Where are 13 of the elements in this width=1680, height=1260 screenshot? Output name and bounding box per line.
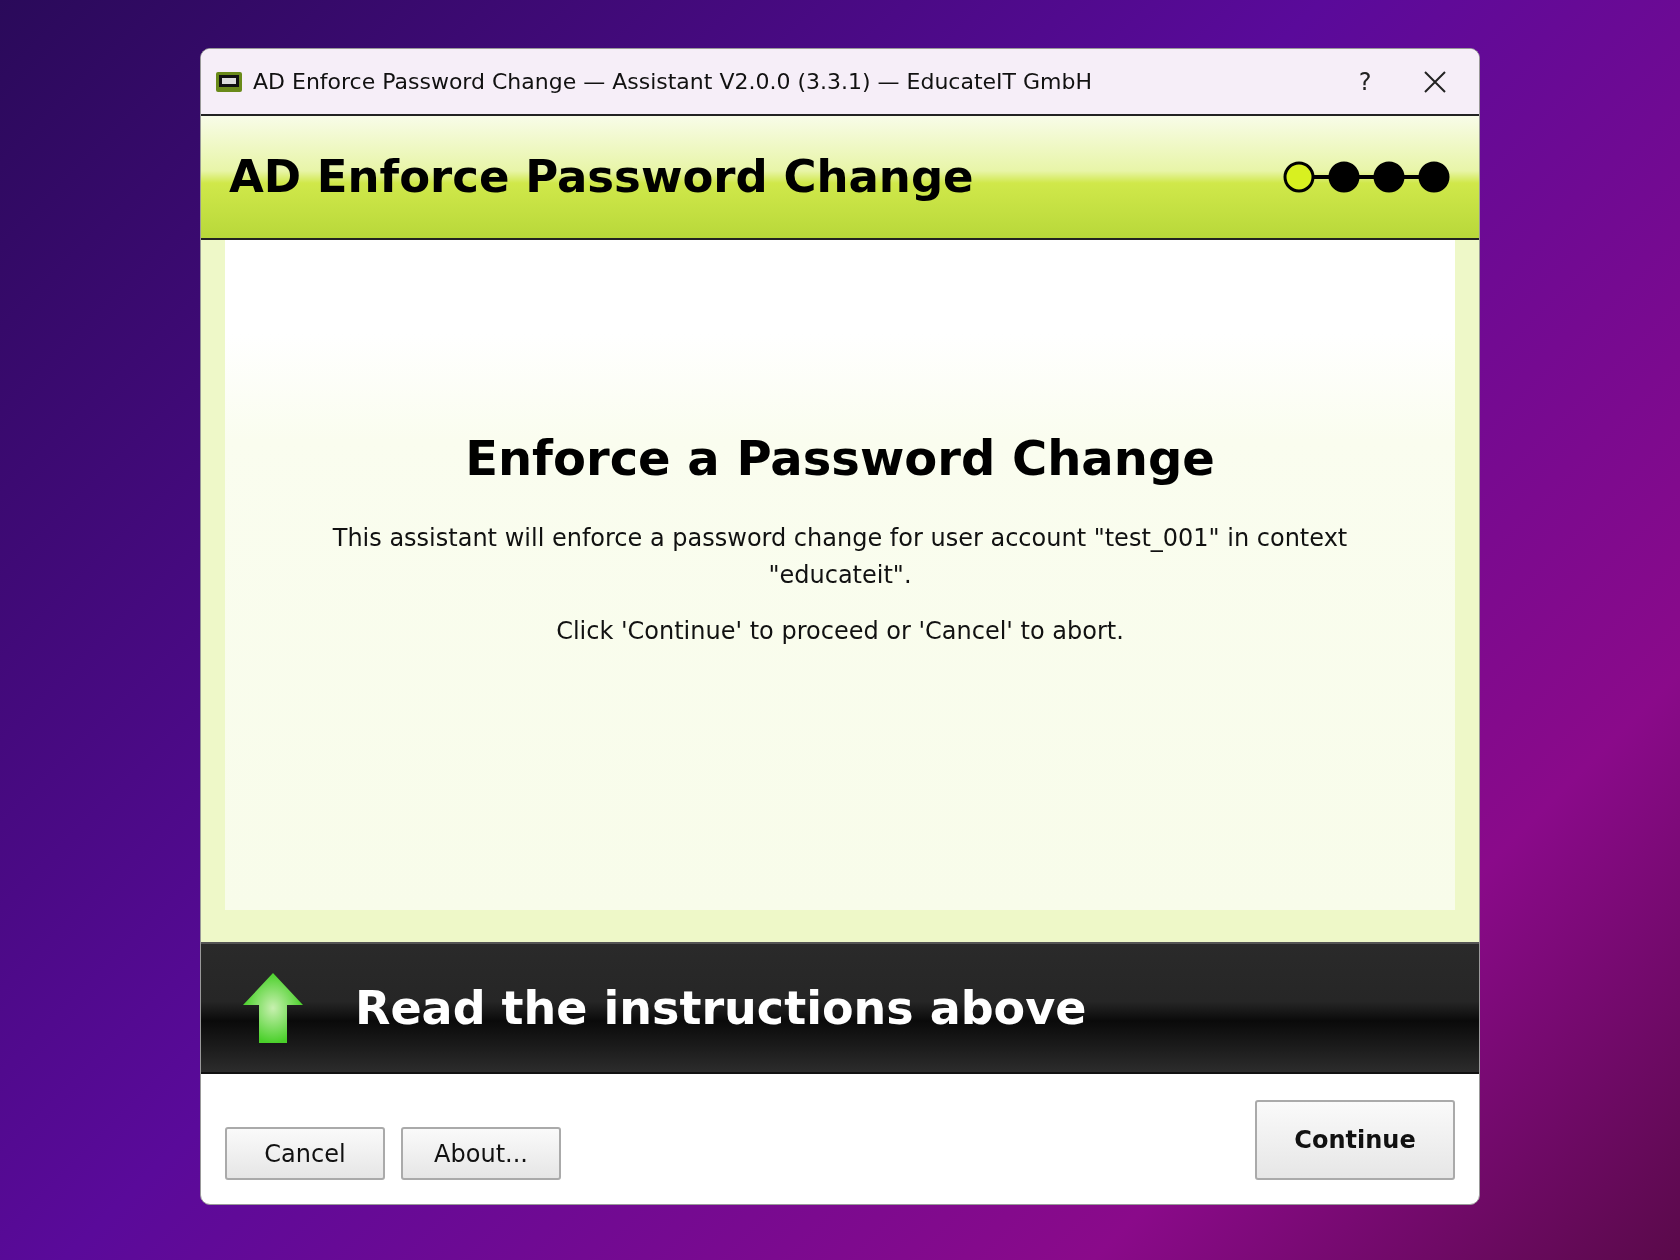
continue-button[interactable]: Continue <box>1255 1100 1455 1180</box>
header-title: AD Enforce Password Change <box>229 149 974 206</box>
close-icon <box>1424 70 1446 93</box>
instruction-text: Read the instructions above <box>355 979 1087 1037</box>
window-title: AD Enforce Password Change — Assistant V2.0.0 (3.3.1) — EducateIT GmbH <box>253 68 1093 96</box>
app-icon <box>215 70 243 93</box>
instruction-paragraph: This assistant will enforce a password change for user account "test_001" in context "educateit". <box>331 523 1349 592</box>
dialog-button[interactable]: About... <box>401 1127 561 1180</box>
dialog-button[interactable]: Cancel <box>225 1127 385 1180</box>
content-heading: Enforce a Password Change <box>465 429 1215 489</box>
instruction-paragraph: Click 'Continue' to proceed or 'Cancel' to abort. <box>556 615 1124 647</box>
up-arrow-icon <box>241 971 305 1045</box>
help-button[interactable]: ? <box>1335 59 1395 104</box>
